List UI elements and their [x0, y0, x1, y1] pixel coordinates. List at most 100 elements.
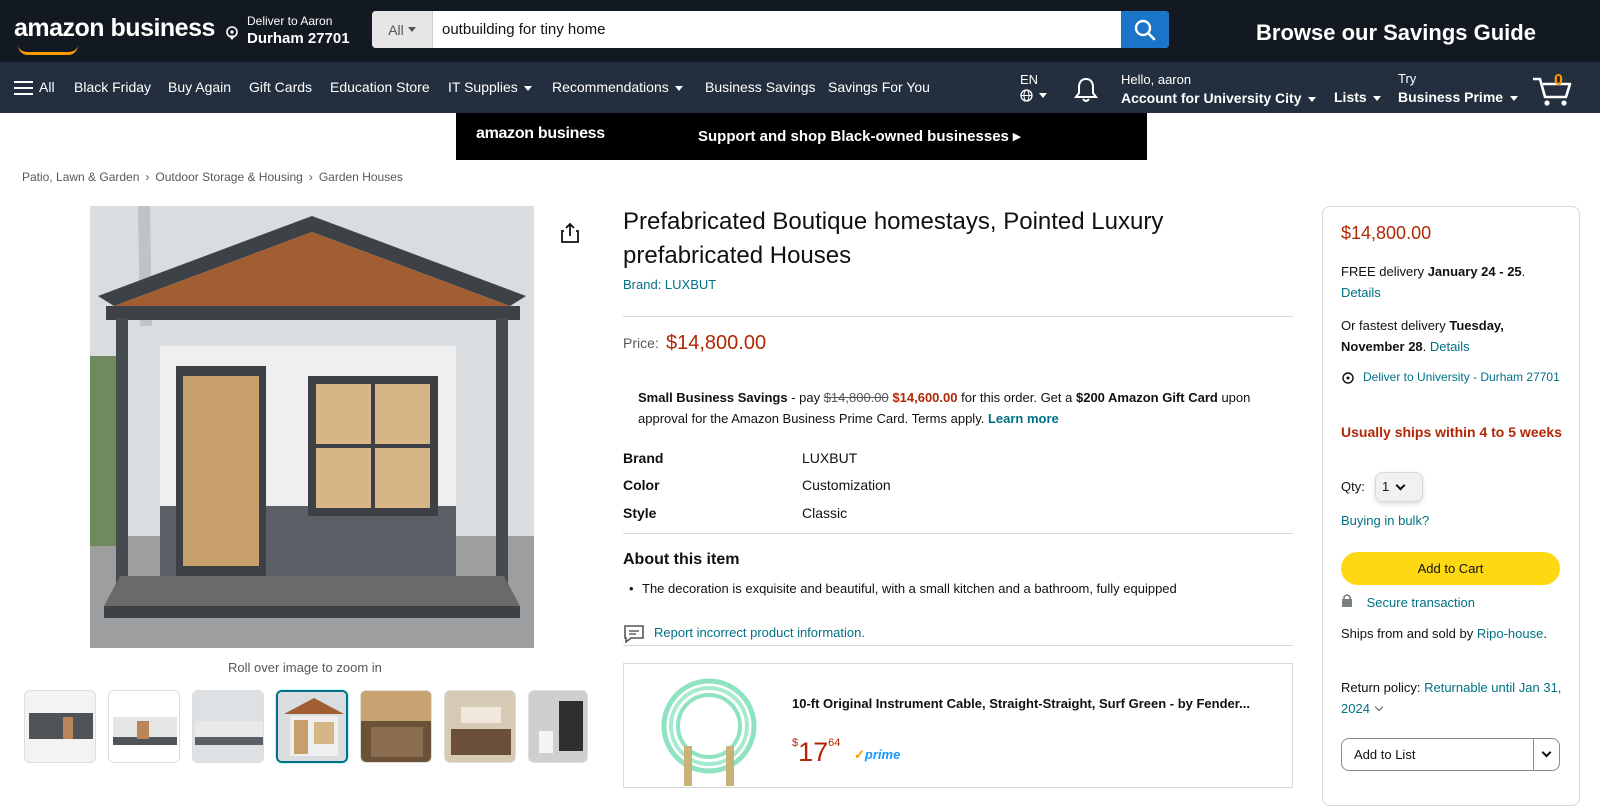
sponsored-product-title[interactable]: 10-ft Original Instrument Cable, Straigh…: [792, 694, 1262, 713]
spec-value: LUXBUT: [802, 450, 858, 466]
divider: [623, 645, 1293, 646]
search-input[interactable]: [436, 11, 1116, 48]
buying-in-bulk-link[interactable]: Buying in bulk?: [1341, 510, 1566, 531]
shipping-estimate: Usually ships within 4 to 5 weeks: [1341, 424, 1562, 440]
nav-item-black-friday[interactable]: Black Friday: [74, 79, 151, 95]
buy-box: $14,800.00 FREE delivery January 24 - 25…: [1322, 206, 1580, 806]
banner-logo: amazon business: [476, 125, 605, 142]
cart-button[interactable]: 0: [1531, 72, 1573, 113]
product-title: Prefabricated Boutique homestays, Pointe…: [623, 208, 1164, 269]
report-link[interactable]: Report incorrect product information.: [654, 625, 865, 640]
nav-item-it-supplies[interactable]: IT Supplies: [448, 79, 532, 95]
sponsored-price: $1764: [792, 737, 841, 767]
add-to-list-button[interactable]: Add to List: [1341, 738, 1560, 771]
deliver-to-address[interactable]: Deliver to University - Durham 27701: [1341, 368, 1566, 387]
deliver-to-zip: Durham 27701: [247, 30, 350, 47]
seller-link[interactable]: Ripo-house: [1477, 626, 1544, 641]
fastest-details-link[interactable]: Details: [1430, 339, 1470, 354]
top-bar: amazon business Deliver to Aaron Durham …: [0, 0, 1600, 62]
share-icon[interactable]: [560, 222, 580, 249]
hamburger-menu-icon[interactable]: [14, 81, 33, 95]
nav-all[interactable]: All: [39, 79, 55, 95]
location-pin-icon: [226, 26, 238, 40]
delivery-details-link[interactable]: Details: [1341, 285, 1381, 300]
thumbnail[interactable]: [108, 690, 180, 763]
thumbnail[interactable]: [24, 690, 96, 763]
deliver-to-label: Deliver to Aaron: [247, 14, 333, 28]
savings-guide-link[interactable]: Browse our Savings Guide: [1256, 20, 1536, 46]
about-heading: About this item: [623, 551, 740, 568]
nav-item-savings-for-you[interactable]: Savings For You: [828, 79, 930, 95]
add-to-cart-button[interactable]: Add to Cart: [1341, 552, 1560, 585]
breadcrumb-item[interactable]: Patio, Lawn & Garden: [22, 170, 139, 184]
breadcrumb-item[interactable]: Outdoor Storage & Housing: [155, 170, 302, 184]
business-prime-menu[interactable]: Try Business Prime: [1398, 71, 1519, 105]
search-icon: [1134, 19, 1156, 40]
account-menu[interactable]: Hello, aaron Account for University City: [1121, 72, 1317, 106]
lists-menu[interactable]: Lists: [1334, 89, 1381, 105]
thumbnail[interactable]: [360, 690, 432, 763]
deliver-to-link[interactable]: Deliver to University - Durham 27701: [1363, 370, 1560, 384]
account-name: Account for University City: [1121, 90, 1302, 106]
language-label: EN: [1020, 72, 1039, 87]
chevron-down-icon: [407, 27, 416, 32]
globe-icon: [1020, 89, 1033, 102]
add-to-list-dropdown[interactable]: [1533, 739, 1559, 770]
feedback-icon: [624, 625, 644, 644]
cable-product-image: [661, 678, 757, 786]
secure-transaction-link[interactable]: Secure transaction: [1367, 595, 1475, 610]
zoom-hint: Roll over image to zoom in: [228, 660, 382, 675]
nav-item-gift-cards[interactable]: Gift Cards: [249, 79, 312, 95]
cart-count: 0: [1554, 72, 1563, 89]
buybox-price: $14,800.00: [1341, 223, 1432, 243]
search-button[interactable]: [1121, 11, 1169, 48]
small-business-savings: Small Business Savings - pay $14,800.00 …: [638, 390, 1251, 426]
thumbnail[interactable]: [528, 690, 588, 763]
cart-icon: [1533, 77, 1572, 106]
chevron-down-icon: [1510, 95, 1519, 101]
account-greeting: Hello, aaron: [1121, 72, 1192, 87]
location-pin-icon: [1342, 372, 1354, 384]
spec-value: Classic: [802, 505, 848, 521]
try-label: Try: [1398, 71, 1417, 86]
notifications-bell-icon[interactable]: [1073, 76, 1099, 109]
search-category-dropdown[interactable]: All: [372, 11, 433, 48]
search-bar: All: [372, 11, 1169, 48]
thumbnail[interactable]: [192, 690, 264, 763]
product-main-image[interactable]: [90, 206, 534, 648]
chevron-down-icon: [1541, 747, 1552, 758]
thumbnail-selected[interactable]: [276, 690, 348, 763]
language-selector[interactable]: EN: [1020, 72, 1047, 102]
chevron-down-icon: [1308, 96, 1317, 102]
chevron-down-icon: [674, 85, 683, 91]
chevron-down-icon: [1374, 702, 1384, 712]
sponsored-product-card[interactable]: 10-ft Original Instrument Cable, Straigh…: [623, 663, 1293, 788]
chevron-down-icon: [523, 85, 532, 91]
breadcrumb: Patio, Lawn & Garden › Outdoor Storage & H…: [22, 170, 403, 184]
spec-key: Brand: [623, 450, 664, 466]
chevron-down-icon: [1372, 95, 1381, 101]
price-label: Price:: [623, 335, 659, 351]
nav-item-education-store[interactable]: Education Store: [330, 79, 430, 95]
thumbnail[interactable]: [444, 690, 516, 763]
chevron-down-icon: [1039, 93, 1047, 98]
breadcrumb-item[interactable]: Garden Houses: [319, 170, 403, 184]
nav-item-recommendations[interactable]: Recommendations: [552, 79, 683, 95]
report-info[interactable]: Report incorrect product information.: [623, 624, 865, 647]
quantity-dropdown[interactable]: 1: [1375, 472, 1423, 502]
learn-more-link[interactable]: Learn more: [988, 411, 1059, 426]
promo-banner[interactable]: amazon business Support and shop Black-o…: [456, 113, 1147, 160]
banner-text: Support and shop Black-owned businesses …: [698, 128, 1021, 145]
nav-item-business-savings[interactable]: Business Savings: [705, 79, 816, 95]
secure-transaction[interactable]: Secure transaction: [1341, 593, 1475, 610]
spec-key: Color: [623, 477, 660, 493]
amazon-business-logo[interactable]: amazon business: [14, 14, 215, 55]
nav-item-buy-again[interactable]: Buy Again: [168, 79, 231, 95]
product-price: $14,800.00: [666, 332, 767, 354]
feature-bullet: The decoration is exquisite and beautifu…: [629, 581, 1177, 596]
free-delivery: FREE delivery January 24 - 25. Details: [1341, 264, 1526, 300]
spec-key: Style: [623, 505, 657, 521]
brand-link[interactable]: Brand: LUXBUT: [623, 277, 716, 292]
quantity-selector[interactable]: Qty: 1: [1341, 472, 1423, 502]
return-policy: Return policy: Returnable until Jan 31, …: [1341, 680, 1562, 716]
